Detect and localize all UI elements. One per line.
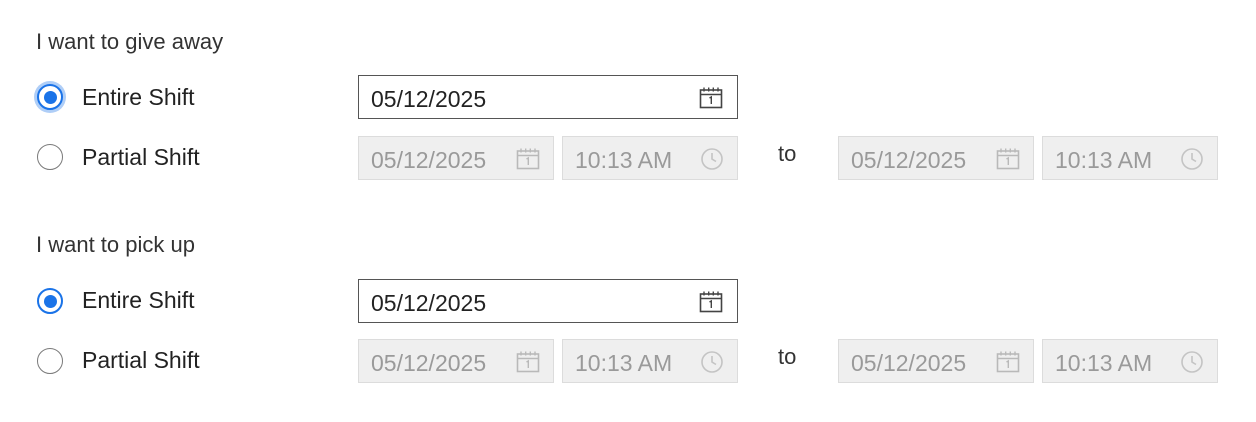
give-away-partial-radio[interactable] [37, 144, 63, 170]
calendar-icon [516, 148, 540, 170]
clock-icon [1180, 147, 1204, 171]
clock-icon [1180, 350, 1204, 374]
pick-up-entire-label: Entire Shift [82, 287, 195, 313]
pick-up-entire-date-input[interactable]: 05/12/2025 [358, 279, 738, 323]
give-away-partial-start-time-input[interactable]: 10:13 AM [562, 136, 738, 180]
date-value: 05/12/2025 [371, 147, 487, 173]
pick-up-partial-end-date-input[interactable]: 05/12/2025 [838, 339, 1034, 383]
time-value: 10:13 AM [1055, 350, 1153, 376]
give-away-partial-start-date-input[interactable]: 05/12/2025 [358, 136, 554, 180]
pick-up-entire-radio[interactable] [37, 288, 63, 314]
calendar-icon[interactable] [699, 87, 723, 109]
date-value: 05/12/2025 [371, 290, 487, 316]
clock-icon [700, 350, 724, 374]
time-value: 10:13 AM [1055, 147, 1153, 173]
date-value: 05/12/2025 [851, 147, 967, 173]
time-value: 10:13 AM [575, 350, 673, 376]
give-away-heading: I want to give away [36, 29, 224, 54]
pick-up-partial-start-time-input[interactable]: 10:13 AM [562, 339, 738, 383]
calendar-icon [516, 351, 540, 373]
clock-icon [700, 147, 724, 171]
give-away-entire-radio[interactable] [37, 84, 63, 110]
pick-up-partial-start-date-input[interactable]: 05/12/2025 [358, 339, 554, 383]
pick-up-heading: I want to pick up [36, 232, 195, 257]
date-value: 05/12/2025 [371, 350, 487, 376]
time-value: 10:13 AM [575, 147, 673, 173]
pick-up-partial-radio[interactable] [37, 348, 63, 374]
calendar-icon[interactable] [699, 291, 723, 313]
calendar-icon [996, 148, 1020, 170]
give-away-partial-end-date-input[interactable]: 05/12/2025 [838, 136, 1034, 180]
date-value: 05/12/2025 [851, 350, 967, 376]
pick-up-partial-end-time-input[interactable]: 10:13 AM [1042, 339, 1218, 383]
range-separator: to [778, 141, 797, 166]
give-away-partial-label: Partial Shift [82, 144, 200, 170]
give-away-entire-label: Entire Shift [82, 84, 195, 110]
range-separator: to [778, 344, 797, 369]
give-away-entire-date-input[interactable]: 05/12/2025 [358, 75, 738, 119]
give-away-partial-end-time-input[interactable]: 10:13 AM [1042, 136, 1218, 180]
calendar-icon [996, 351, 1020, 373]
date-value: 05/12/2025 [371, 86, 487, 112]
pick-up-partial-label: Partial Shift [82, 347, 200, 373]
